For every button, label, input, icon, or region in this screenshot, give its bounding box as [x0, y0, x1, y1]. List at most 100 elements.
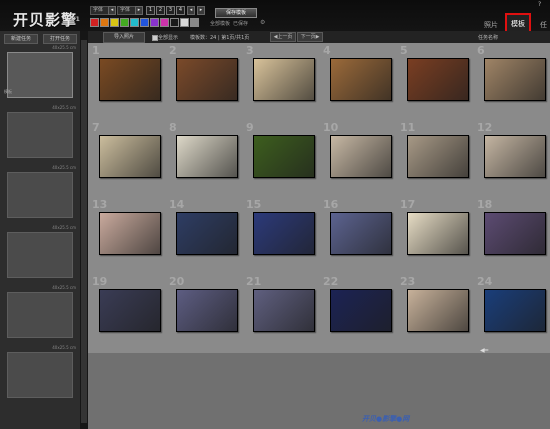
template-thumbnail[interactable] [407, 58, 469, 101]
font-select[interactable]: 字体 [90, 6, 110, 15]
template-cell[interactable]: 23 [399, 275, 473, 348]
template-thumbnail[interactable] [330, 58, 392, 101]
template-cell[interactable]: 7 [91, 121, 165, 194]
prev-page-button[interactable]: ◀上一页 [270, 32, 296, 42]
template-thumbnail[interactable] [330, 212, 392, 255]
template-thumbnail[interactable] [99, 212, 161, 255]
template-number: 1 [92, 44, 100, 57]
help-icon[interactable]: ? [538, 1, 541, 8]
gear-icon[interactable]: ⚙ [260, 19, 265, 26]
color-arrow-right-button[interactable]: ▸ [197, 6, 205, 15]
template-number: 5 [400, 44, 408, 57]
left-scrollbar-thumb[interactable] [81, 40, 87, 423]
template-cell[interactable]: 2 [168, 44, 242, 117]
color-swatch[interactable] [170, 18, 179, 27]
template-cell[interactable]: 24 [476, 275, 550, 348]
open-task-button[interactable]: 打开任务 [43, 34, 77, 44]
slot-thumbnail[interactable] [7, 52, 73, 98]
template-cell[interactable]: 18 [476, 198, 550, 271]
template-thumbnail[interactable] [253, 289, 315, 332]
template-cell[interactable]: 17 [399, 198, 473, 271]
grid-scroll-indicator[interactable]: ◀━ [480, 347, 488, 354]
template-number: 22 [323, 275, 339, 288]
tab-photos[interactable]: 照片 [484, 20, 498, 30]
template-thumbnail[interactable] [484, 135, 546, 178]
template-cell[interactable]: 22 [322, 275, 396, 348]
workspace-empty-area [88, 353, 550, 429]
import-photos-button[interactable]: 导入照片 [103, 32, 145, 43]
template-cell[interactable]: 13 [91, 198, 165, 271]
template-thumbnail[interactable] [176, 58, 238, 101]
template-thumbnail[interactable] [484, 58, 546, 101]
template-cell[interactable]: 21 [245, 275, 319, 348]
task-slot[interactable]: 40x25.5 cm [1, 224, 79, 281]
task-slot[interactable]: 40x25.5 cm [1, 284, 79, 341]
template-cell[interactable]: 8 [168, 121, 242, 194]
template-thumbnail[interactable] [484, 289, 546, 332]
layout-2-button[interactable]: 2 [156, 6, 165, 15]
template-cell[interactable]: 14 [168, 198, 242, 271]
slot-thumbnail[interactable] [7, 112, 73, 158]
template-thumbnail[interactable] [99, 135, 161, 178]
template-cell[interactable]: 15 [245, 198, 319, 271]
font-style-select[interactable]: 字体 [117, 6, 137, 15]
color-swatch[interactable] [120, 18, 129, 27]
all-templates-option[interactable]: 全部模板 [210, 20, 230, 27]
template-thumbnail[interactable] [407, 212, 469, 255]
template-thumbnail[interactable] [176, 212, 238, 255]
task-slot[interactable]: 40x25.5 cm 模板 [1, 44, 79, 101]
new-task-button[interactable]: 新建任务 [4, 34, 38, 44]
template-thumbnail[interactable] [253, 58, 315, 101]
template-thumbnail[interactable] [99, 289, 161, 332]
color-swatch[interactable] [140, 18, 149, 27]
template-thumbnail[interactable] [407, 289, 469, 332]
slot-thumbnail[interactable] [7, 292, 73, 338]
template-thumbnail[interactable] [330, 289, 392, 332]
template-thumbnail[interactable] [99, 58, 161, 101]
next-page-button[interactable]: 下一页▶ [297, 32, 323, 42]
template-cell[interactable]: 16 [322, 198, 396, 271]
color-swatch[interactable] [100, 18, 109, 27]
template-cell[interactable]: 11 [399, 121, 473, 194]
template-cell[interactable]: 5 [399, 44, 473, 117]
template-cell[interactable]: 1 [91, 44, 165, 117]
template-thumbnail[interactable] [176, 289, 238, 332]
slot-dimensions: 40x25.5 cm [52, 345, 76, 350]
task-slot[interactable]: 40x25.5 cm [1, 164, 79, 221]
template-cell[interactable]: 4 [322, 44, 396, 117]
saved-option[interactable]: 已保存 [233, 20, 248, 27]
tab-tasks[interactable]: 任 [540, 20, 547, 30]
template-cell[interactable]: 10 [322, 121, 396, 194]
template-cell[interactable]: 19 [91, 275, 165, 348]
font-size-down-button[interactable]: ◂ [108, 6, 116, 15]
template-thumbnail[interactable] [253, 135, 315, 178]
font-style-arrow-button[interactable]: ▸ [135, 6, 143, 15]
template-thumbnail[interactable] [407, 135, 469, 178]
template-thumbnail[interactable] [330, 135, 392, 178]
slot-thumbnail[interactable] [7, 232, 73, 278]
template-thumbnail[interactable] [253, 212, 315, 255]
color-swatch[interactable] [160, 18, 169, 27]
color-swatch[interactable] [150, 18, 159, 27]
color-swatch[interactable] [180, 18, 189, 27]
template-cell[interactable]: 12 [476, 121, 550, 194]
template-thumbnail[interactable] [176, 135, 238, 178]
task-slot[interactable]: 40x25.5 cm [1, 344, 79, 401]
slot-thumbnail[interactable] [7, 352, 73, 398]
slot-thumbnail[interactable] [7, 172, 73, 218]
color-arrow-left-button[interactable]: ◂ [187, 6, 195, 15]
layout-4-button[interactable]: 4 [176, 6, 185, 15]
template-cell[interactable]: 3 [245, 44, 319, 117]
template-cell[interactable]: 9 [245, 121, 319, 194]
color-swatch[interactable] [110, 18, 119, 27]
color-swatch[interactable] [90, 18, 99, 27]
layout-1-button[interactable]: 1 [146, 6, 155, 15]
layout-3-button[interactable]: 3 [166, 6, 175, 15]
color-swatch[interactable] [130, 18, 139, 27]
template-cell[interactable]: 20 [168, 275, 242, 348]
template-thumbnail[interactable] [484, 212, 546, 255]
color-swatch[interactable] [190, 18, 199, 27]
save-template-button[interactable]: 保存模板 [215, 8, 257, 18]
template-cell[interactable]: 6 [476, 44, 550, 117]
task-slot[interactable]: 40x25.5 cm [1, 104, 79, 161]
